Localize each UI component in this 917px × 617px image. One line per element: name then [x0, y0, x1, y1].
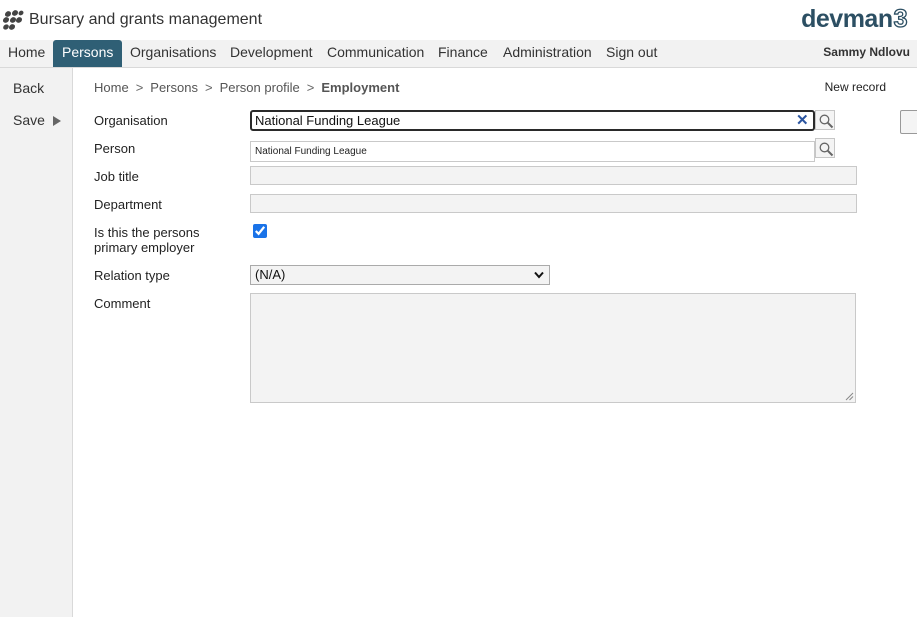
person-field[interactable]: National Funding League [250, 141, 815, 162]
brand-logo: devman3 [801, 4, 908, 34]
breadcrumb-separator: > [306, 80, 315, 95]
job-title-input[interactable] [250, 166, 857, 185]
brand-number: 3 [893, 4, 908, 33]
nav-finance[interactable]: Finance [438, 40, 488, 67]
main-nav: Home Persons Organisations Development C… [0, 40, 917, 68]
comment-textarea[interactable] [250, 293, 856, 403]
nav-sign-out[interactable]: Sign out [606, 40, 657, 67]
save-button[interactable]: Save [13, 112, 45, 128]
breadcrumb-separator: > [135, 80, 144, 95]
resize-handle-icon[interactable] [845, 392, 854, 401]
nav-development[interactable]: Development [230, 40, 313, 67]
job-title-label: Job title [94, 169, 139, 184]
current-user-name[interactable]: Sammy Ndlovu [823, 40, 910, 64]
primary-employer-checkbox[interactable] [253, 224, 267, 238]
new-record-link[interactable]: New record [825, 80, 886, 94]
action-sidebar: Back Save [0, 68, 73, 617]
primary-employer-label: Is this the persons primary employer [94, 225, 200, 255]
department-label: Department [94, 197, 162, 212]
breadcrumb-person-profile[interactable]: Person profile [220, 80, 300, 95]
breadcrumb-current: Employment [321, 80, 400, 95]
person-lookup-button[interactable] [815, 138, 835, 158]
chevron-down-icon [534, 271, 544, 279]
app-title: Bursary and grants management [29, 11, 263, 28]
back-button[interactable]: Back [13, 80, 44, 96]
comment-label: Comment [94, 296, 151, 311]
search-icon [819, 114, 834, 129]
nav-administration[interactable]: Administration [503, 40, 592, 67]
search-icon [819, 142, 834, 157]
relation-type-select[interactable]: (N/A) [250, 265, 550, 285]
breadcrumb-persons[interactable]: Persons [150, 80, 198, 95]
organisation-label: Organisation [94, 113, 168, 128]
nav-home[interactable]: Home [8, 40, 45, 67]
partial-edge-button[interactable] [900, 110, 917, 134]
primary-employer-label-line1: Is this the persons [94, 225, 200, 240]
app-header: Bursary and grants management devman3 [0, 0, 917, 40]
department-input[interactable] [250, 194, 857, 213]
close-icon[interactable]: ✕ [796, 111, 809, 129]
nav-communication[interactable]: Communication [327, 40, 424, 67]
relation-type-value: (N/A) [255, 267, 286, 282]
breadcrumb: Home > Persons > Person profile > Employment [94, 80, 399, 95]
breadcrumb-home[interactable]: Home [94, 80, 129, 95]
nav-organisations[interactable]: Organisations [130, 40, 216, 67]
app-logo-icon [2, 10, 24, 30]
primary-employer-label-line2: primary employer [94, 240, 195, 255]
nav-persons[interactable]: Persons [53, 40, 123, 67]
organisation-lookup-button[interactable] [815, 110, 835, 130]
brand-text: devman [801, 5, 893, 33]
person-label: Person [94, 141, 136, 156]
relation-type-label: Relation type [94, 268, 170, 283]
organisation-input[interactable] [250, 110, 815, 131]
save-expand-arrow-icon[interactable] [53, 116, 61, 126]
breadcrumb-separator: > [204, 80, 213, 95]
